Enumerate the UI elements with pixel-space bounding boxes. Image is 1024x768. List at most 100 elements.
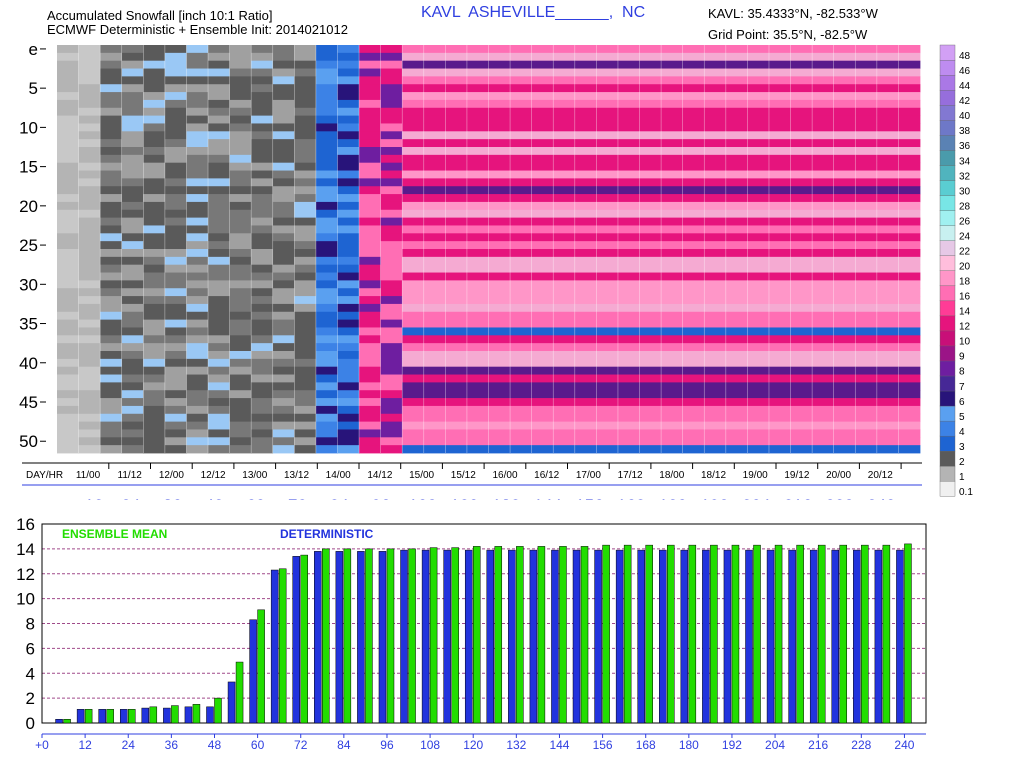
heatmap-cell bbox=[423, 68, 446, 77]
heatmap-cell bbox=[768, 139, 791, 148]
heatmap-cell bbox=[208, 288, 230, 297]
heatmap-cell bbox=[402, 60, 425, 69]
heatmap-cell bbox=[510, 139, 533, 148]
heatmap-cell bbox=[531, 154, 554, 164]
heatmap-cell bbox=[553, 99, 576, 109]
heatmap-cell bbox=[639, 99, 662, 109]
heatmap-cell bbox=[790, 60, 813, 69]
heatmap-cell bbox=[57, 272, 79, 281]
heatmap-cell bbox=[790, 99, 813, 109]
heatmap-cell bbox=[121, 162, 144, 171]
heatmap-cell bbox=[725, 45, 748, 54]
heatmap-cell bbox=[812, 170, 835, 179]
heatmap-cell bbox=[661, 272, 684, 281]
heatmap-cell bbox=[531, 131, 554, 140]
heatmap-cell bbox=[315, 209, 338, 219]
heatmap-cell bbox=[251, 162, 274, 171]
heatmap-cell bbox=[639, 398, 662, 407]
heatmap-cell bbox=[186, 139, 209, 148]
ensemble-mean-bar bbox=[365, 548, 373, 724]
heatmap-cell bbox=[790, 209, 813, 219]
heatmap-cell bbox=[402, 264, 425, 273]
heatmap-cell bbox=[164, 147, 187, 156]
heatmap-cell bbox=[488, 45, 511, 54]
heatmap-cell bbox=[768, 194, 791, 203]
heatmap-cell bbox=[510, 390, 533, 399]
heatmap-cell bbox=[445, 139, 468, 148]
heatmap-cell bbox=[208, 319, 230, 328]
heatmap-cell bbox=[833, 131, 856, 140]
heatmap-cell bbox=[100, 154, 123, 164]
heatmap-cell bbox=[790, 398, 813, 407]
heatmap-cell bbox=[704, 280, 727, 289]
heatmap-cell bbox=[445, 241, 468, 250]
heatmap-cell bbox=[510, 437, 533, 446]
heatmap-cell bbox=[876, 123, 899, 132]
heatmap-cell bbox=[768, 264, 791, 273]
heatmap-cell bbox=[445, 413, 468, 423]
heatmap-cell bbox=[57, 413, 79, 423]
heatmap-cell bbox=[704, 123, 727, 132]
heatmap-cell bbox=[100, 319, 123, 328]
heatmap-cell bbox=[812, 186, 835, 195]
heatmap-cell bbox=[164, 178, 187, 187]
heatmap-cell bbox=[855, 382, 878, 391]
heatmap-cell bbox=[639, 421, 662, 430]
heatmap-cell bbox=[143, 374, 166, 383]
heatmap-cell bbox=[186, 272, 209, 281]
heatmap-cell bbox=[639, 296, 662, 305]
heatmap-cell bbox=[466, 60, 489, 69]
heatmap-cell bbox=[229, 296, 252, 305]
heatmap-cell bbox=[208, 139, 230, 148]
heatmap-cell bbox=[359, 92, 382, 101]
heatmap-cell bbox=[725, 60, 748, 69]
heatmap-cell bbox=[445, 405, 468, 415]
legend-level-label: 46 bbox=[959, 66, 971, 77]
heatmap-cell bbox=[380, 123, 403, 132]
heatmap-cell bbox=[78, 311, 101, 321]
heatmap-cell bbox=[682, 390, 705, 399]
heatmap-cell bbox=[790, 374, 813, 383]
heatmap-cell bbox=[164, 272, 187, 281]
heatmap-cell bbox=[164, 366, 187, 375]
day-hr-label: DAY/HR bbox=[26, 470, 63, 481]
heatmap-cell bbox=[315, 194, 338, 203]
heatmap-cell bbox=[488, 280, 511, 289]
heatmap-cell bbox=[251, 107, 274, 117]
heatmap-cell bbox=[596, 147, 619, 156]
heatmap-cell bbox=[488, 123, 511, 132]
heatmap-cell bbox=[186, 84, 209, 93]
heatmap-cell bbox=[380, 429, 403, 438]
heatmap-cell bbox=[661, 390, 684, 399]
heatmap-cell bbox=[100, 272, 123, 281]
heatmap-cell bbox=[337, 382, 360, 391]
time-label: 13/00 bbox=[242, 470, 267, 481]
heatmap-cell bbox=[100, 437, 123, 446]
heatmap-cell bbox=[186, 358, 209, 368]
legend-swatch bbox=[939, 330, 956, 347]
heatmap-cell bbox=[790, 45, 813, 54]
heatmap-cell bbox=[833, 351, 856, 360]
heatmap-cell bbox=[790, 445, 813, 454]
time-label: 18/00 bbox=[659, 470, 684, 481]
heatmap-cell bbox=[812, 343, 835, 352]
deterministic-bar bbox=[249, 619, 257, 724]
heatmap-cell bbox=[661, 303, 684, 313]
heatmap-cell bbox=[466, 280, 489, 289]
heatmap-cell bbox=[294, 249, 317, 258]
heatmap-cell bbox=[768, 84, 791, 93]
heatmap-cell bbox=[596, 256, 619, 266]
heatmap-cell bbox=[553, 131, 576, 140]
heatmap-cell bbox=[272, 60, 295, 69]
heatmap-cell bbox=[531, 335, 554, 344]
heatmap-cell bbox=[553, 249, 576, 258]
heatmap-cell bbox=[100, 343, 123, 352]
heatmap-cell bbox=[790, 217, 813, 226]
heatmap-cell bbox=[704, 264, 727, 273]
heatmap-cell bbox=[596, 131, 619, 140]
heatmap-cell bbox=[294, 296, 317, 305]
heatmap-cell bbox=[488, 241, 511, 250]
heatmap-cell bbox=[466, 217, 489, 226]
deterministic-bar bbox=[486, 549, 495, 724]
heatmap-cell bbox=[768, 99, 791, 109]
